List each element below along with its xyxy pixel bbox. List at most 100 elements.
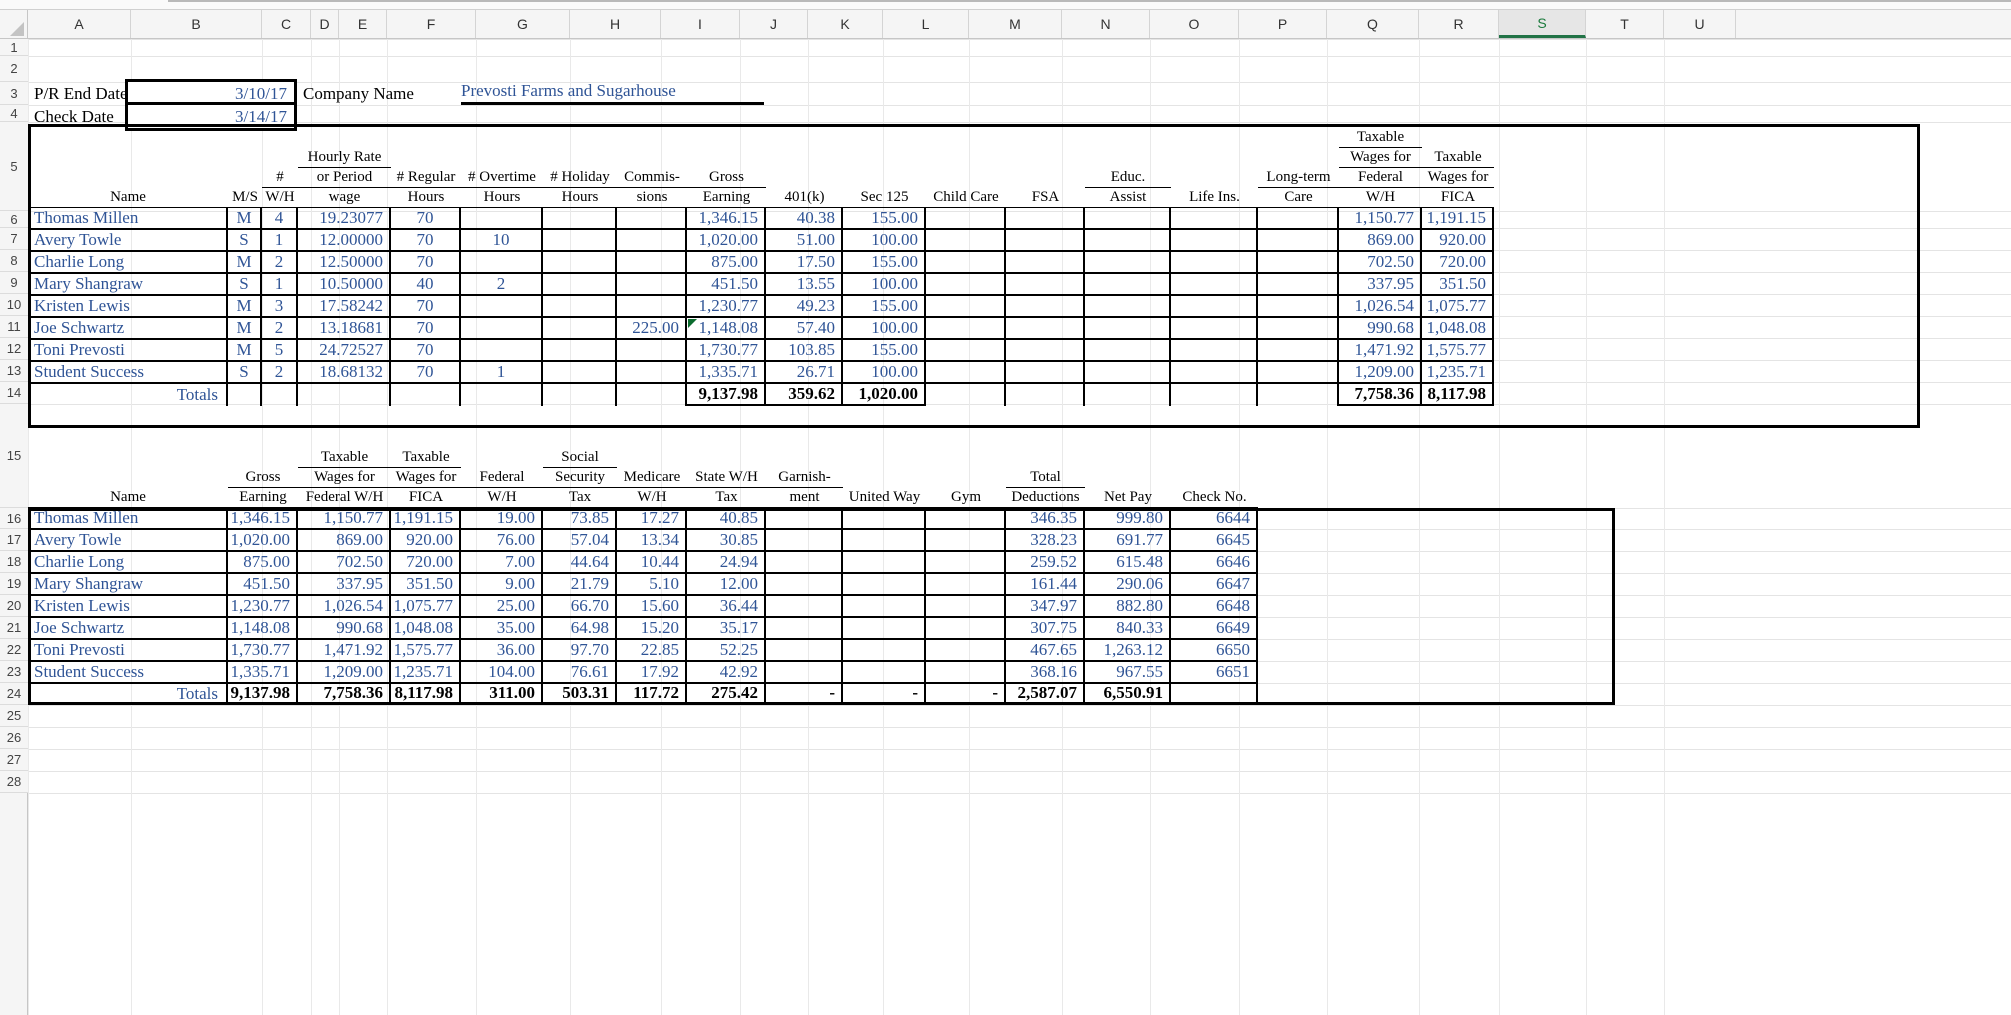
column-header-l[interactable]: L <box>883 10 969 38</box>
column-header-bar[interactable]: ABCDEFGHIJKLMNOPQRSTU <box>0 10 2011 39</box>
earnings-cell-fsa[interactable] <box>1006 252 1085 274</box>
earnings-cell-reg[interactable]: 40 <box>391 274 461 296</box>
deductions-cell-gross[interactable]: 1,730.77 <box>228 640 298 662</box>
row-header-22[interactable]: 22 <box>0 639 28 661</box>
deductions-cell-unitedway[interactable] <box>843 662 926 684</box>
deductions-cell-checkno[interactable]: 6651 <box>1171 662 1258 684</box>
earnings-cell-hol[interactable] <box>543 318 617 340</box>
earnings-cell-childcare[interactable] <box>926 296 1006 318</box>
earnings-cell-fsa[interactable] <box>1006 208 1085 230</box>
earnings-cell-rate[interactable]: 12.50000 <box>298 252 391 274</box>
row-header-9[interactable]: 9 <box>0 272 28 294</box>
column-header-h[interactable]: H <box>570 10 661 38</box>
row-header-12[interactable]: 12 <box>0 338 28 360</box>
earnings-cell-ltc[interactable] <box>1258 296 1339 318</box>
earnings-cell-life[interactable] <box>1171 274 1258 296</box>
row-header-gutter[interactable]: 1 2 3 4 5 6 7 8 9 10 11 12 13 14 15 16 17 18 19 20 21 22 23 24 2… <box>0 39 28 1015</box>
earnings-cell-gross[interactable]: 1,335.71 <box>687 362 766 384</box>
deductions-cell-netpay[interactable]: 967.55 <box>1085 662 1171 684</box>
deductions-cell-gross[interactable]: 1,148.08 <box>228 618 298 640</box>
earnings-cell-gross[interactable]: 875.00 <box>687 252 766 274</box>
deductions-cell-twfica[interactable]: 1,191.15 <box>391 508 461 530</box>
earnings-cell-sec125[interactable]: 100.00 <box>843 274 926 296</box>
row-header-3[interactable]: 3 <box>0 82 28 105</box>
earnings-cell-life[interactable] <box>1171 296 1258 318</box>
column-header-s[interactable]: S <box>1499 10 1586 38</box>
earnings-cell-hol[interactable] <box>543 252 617 274</box>
deductions-cell-garnish[interactable] <box>766 662 843 684</box>
column-header-u[interactable]: U <box>1664 10 1736 38</box>
deductions-cell-garnish[interactable] <box>766 618 843 640</box>
earnings-cell-reg[interactable]: 70 <box>391 252 461 274</box>
deductions-cell-garnish[interactable] <box>766 552 843 574</box>
earnings-cell-comm[interactable] <box>617 362 687 384</box>
row-header-16[interactable]: 16 <box>0 508 28 529</box>
earnings-cell-wh[interactable]: 2 <box>262 252 298 274</box>
row-header-18[interactable]: 18 <box>0 551 28 573</box>
earnings-cell-educ[interactable] <box>1085 362 1171 384</box>
earnings-cell-twfed[interactable]: 869.00 <box>1339 230 1422 252</box>
deductions-cell-medicare[interactable]: 15.20 <box>617 618 687 640</box>
row-header-1[interactable]: 1 <box>0 39 28 56</box>
deductions-cell-ss[interactable]: 76.61 <box>543 662 617 684</box>
deductions-cell-medicare[interactable]: 17.92 <box>617 662 687 684</box>
deductions-cell-statewh[interactable]: 42.92 <box>687 662 766 684</box>
deductions-cell-statewh[interactable]: 12.00 <box>687 574 766 596</box>
earnings-cell-twfed[interactable]: 702.50 <box>1339 252 1422 274</box>
deductions-cell-fedwh[interactable]: 9.00 <box>461 574 543 596</box>
deductions-cell-totded[interactable]: 259.52 <box>1006 552 1085 574</box>
deductions-cell-fedwh[interactable]: 35.00 <box>461 618 543 640</box>
earnings-cell-k401[interactable]: 26.71 <box>766 362 843 384</box>
earnings-cell-ms[interactable]: S <box>228 362 262 384</box>
column-header-m[interactable]: M <box>969 10 1062 38</box>
earnings-cell-twfica[interactable]: 1,235.71 <box>1422 362 1494 384</box>
earnings-cell-k401[interactable]: 51.00 <box>766 230 843 252</box>
earnings-cell-educ[interactable] <box>1085 318 1171 340</box>
earnings-cell-twfica[interactable]: 1,075.77 <box>1422 296 1494 318</box>
earnings-cell-ot[interactable] <box>461 252 543 274</box>
deductions-cell-twfed[interactable]: 337.95 <box>298 574 391 596</box>
column-header-e[interactable]: E <box>339 10 387 38</box>
earnings-cell-ms[interactable]: M <box>228 252 262 274</box>
earnings-cell-reg[interactable]: 70 <box>391 230 461 252</box>
earnings-cell-rate[interactable]: 12.00000 <box>298 230 391 252</box>
deductions-cell-garnish[interactable] <box>766 640 843 662</box>
earnings-cell-rate[interactable]: 17.58242 <box>298 296 391 318</box>
row-header-15[interactable]: 15 <box>0 404 28 508</box>
earnings-cell-life[interactable] <box>1171 208 1258 230</box>
earnings-cell-ot[interactable]: 2 <box>461 274 543 296</box>
column-header-a[interactable]: A <box>28 10 131 38</box>
earnings-cell-fsa[interactable] <box>1006 296 1085 318</box>
earnings-cell-educ[interactable] <box>1085 340 1171 362</box>
earnings-cell-ltc[interactable] <box>1258 340 1339 362</box>
deductions-cell-twfed[interactable]: 990.68 <box>298 618 391 640</box>
deductions-cell-twfed[interactable]: 869.00 <box>298 530 391 552</box>
deductions-cell-unitedway[interactable] <box>843 640 926 662</box>
deductions-cell-twfed[interactable]: 1,026.54 <box>298 596 391 618</box>
deductions-cell-twfica[interactable]: 920.00 <box>391 530 461 552</box>
spreadsheet-grid[interactable]: P/R End Date 3/10/17 Check Date 3/14/17 Comp… <box>28 39 2011 1015</box>
deductions-cell-ss[interactable]: 21.79 <box>543 574 617 596</box>
deductions-cell-medicare[interactable]: 17.27 <box>617 508 687 530</box>
earnings-cell-ot[interactable]: 10 <box>461 230 543 252</box>
deductions-cell-checkno[interactable]: 6644 <box>1171 508 1258 530</box>
earnings-cell-twfica[interactable]: 1,048.08 <box>1422 318 1494 340</box>
column-header-q[interactable]: Q <box>1327 10 1419 38</box>
earnings-cell-ms[interactable]: M <box>228 340 262 362</box>
earnings-cell-educ[interactable] <box>1085 230 1171 252</box>
row-header-11[interactable]: 11 <box>0 316 28 338</box>
earnings-cell-rate[interactable]: 13.18681 <box>298 318 391 340</box>
deductions-cell-medicare[interactable]: 13.34 <box>617 530 687 552</box>
deductions-cell-gross[interactable]: 1,346.15 <box>228 508 298 530</box>
row-header-7[interactable]: 7 <box>0 228 28 250</box>
row-header-20[interactable]: 20 <box>0 595 28 617</box>
earnings-cell-k401[interactable]: 57.40 <box>766 318 843 340</box>
column-header-o[interactable]: O <box>1150 10 1239 38</box>
cell-comment-flag-icon[interactable] <box>688 319 697 328</box>
earnings-cell-twfica[interactable]: 1,575.77 <box>1422 340 1494 362</box>
deductions-cell-gross[interactable]: 1,335.71 <box>228 662 298 684</box>
earnings-cell-rate[interactable]: 10.50000 <box>298 274 391 296</box>
earnings-cell-twfica[interactable]: 720.00 <box>1422 252 1494 274</box>
deductions-cell-fedwh[interactable]: 19.00 <box>461 508 543 530</box>
deductions-cell-garnish[interactable] <box>766 596 843 618</box>
